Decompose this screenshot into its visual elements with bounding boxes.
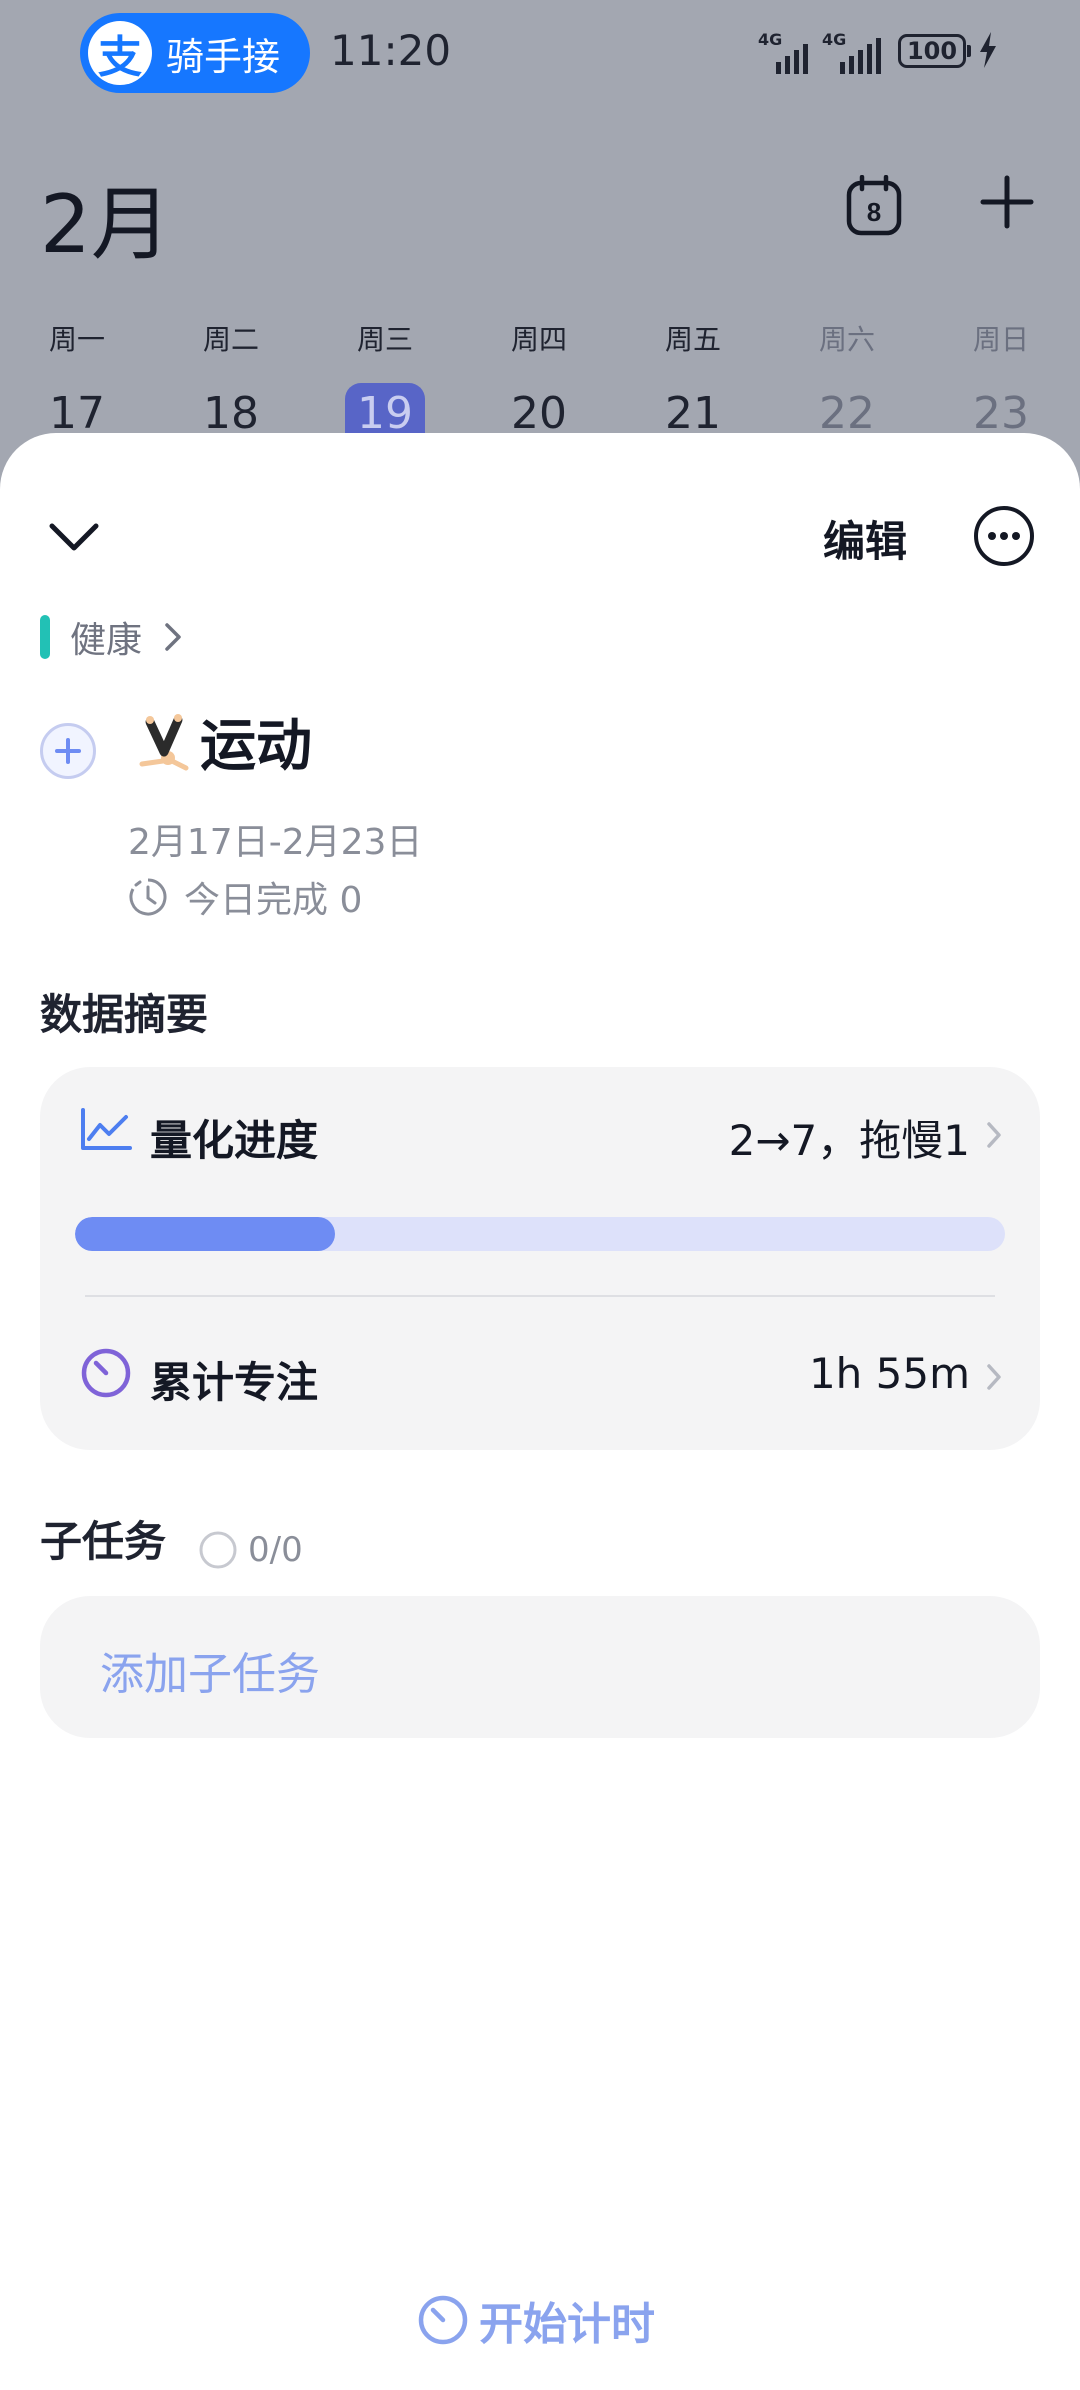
quant-progress-value: 2→7，拖慢1 (728, 1116, 970, 1165)
focus-total-row[interactable]: 累计专注 1h 55m (40, 1307, 1040, 1447)
chevron-right-icon (987, 1122, 1001, 1148)
quant-progress-label: 量化进度 (150, 1116, 319, 1165)
status-time: 11:20 (330, 26, 452, 75)
summary-title: 数据摘要 (40, 990, 209, 1039)
plus-icon (55, 738, 81, 764)
date-number: 19 (357, 388, 413, 439)
weekday-label: 周一 (48, 323, 105, 356)
month-title: 2月 (40, 178, 171, 271)
exercise-emoji-icon (139, 714, 189, 771)
calendar-icon[interactable]: 8 (846, 175, 902, 237)
date-cell[interactable]: 22 (770, 388, 924, 439)
date-cell[interactable]: 21 (616, 388, 770, 439)
add-icon[interactable] (975, 170, 1039, 234)
start-timer-label: 开始计时 (479, 2299, 655, 2350)
timer-icon (418, 2295, 468, 2345)
start-timer-button[interactable]: 开始计时 (417, 2288, 655, 2352)
subtasks-title: 子任务 (40, 1517, 167, 1566)
subtasks-count-text: 0/0 (248, 1530, 303, 1570)
category-link[interactable]: 健康 (40, 611, 182, 663)
charging-icon (980, 32, 996, 68)
quant-progress-fill (75, 1217, 336, 1251)
date-cell[interactable]: 17 (0, 388, 154, 439)
today-done-text: 今日完成 0 (184, 880, 363, 921)
quant-progress-bar (75, 1217, 1005, 1251)
battery-icon: 100 (898, 34, 971, 68)
add-progress-button[interactable] (40, 723, 96, 779)
weekday-label: 周四 (510, 323, 567, 356)
add-subtask-field[interactable]: 添加子任务 (40, 1596, 1040, 1738)
quant-progress-row[interactable]: 量化进度 2→7，拖慢1 (40, 1067, 1040, 1187)
status-bar: 支 骑手接 11:20 4G 4G 100 (0, 0, 1080, 105)
clock-dashed-icon (129, 878, 167, 916)
weekday-label: 周日 (972, 323, 1029, 356)
weekday-label: 周三 (356, 323, 413, 356)
weekday-label: 周六 (818, 323, 875, 356)
focus-total-value: 1h 55m (808, 1349, 970, 1398)
category-label: 健康 (70, 620, 143, 661)
alipay-icon: 支 (88, 21, 152, 85)
chart-line-icon (81, 1108, 132, 1150)
focus-total-label: 累计专注 (150, 1358, 319, 1407)
date-cell-selected[interactable]: 19 (308, 383, 462, 463)
task-title: 运动 (200, 714, 312, 779)
add-subtask-label: 添加子任务 (100, 1649, 320, 1700)
weekday-label: 周二 (202, 323, 259, 356)
signal-icon: 4G (822, 30, 886, 74)
timer-icon (81, 1348, 131, 1398)
calendar-day-number: 8 (867, 197, 881, 227)
date-cell[interactable]: 23 (924, 388, 1078, 439)
summary-card: 量化进度 2→7，拖慢1 累计专注 1h 55m (40, 1067, 1040, 1450)
edit-button[interactable]: 编辑 (823, 508, 907, 569)
date-cell[interactable]: 20 (462, 388, 616, 439)
chevron-right-icon (165, 623, 181, 651)
category-color-bar (40, 615, 50, 659)
signal-icon: 4G (758, 30, 814, 74)
subtasks-count: 0/0 (198, 1530, 303, 1570)
alipay-pill-text: 骑手接 (166, 34, 281, 79)
chevron-right-icon (987, 1364, 1001, 1390)
weekday-label: 周五 (664, 323, 721, 356)
task-detail-sheet: 编辑 健康 运动 2月17日-2月23日 今日完成 0 数据摘要 量化进度 2→… (0, 433, 1080, 2390)
alipay-pill[interactable]: 支 骑手接 (80, 13, 310, 93)
date-cell[interactable]: 18 (154, 388, 308, 439)
chevron-down-icon[interactable] (48, 521, 100, 553)
more-icon[interactable] (973, 505, 1035, 567)
task-date-range: 2月17日-2月23日 (128, 822, 423, 863)
divider (85, 1295, 995, 1297)
radio-empty-icon (199, 1531, 237, 1569)
today-done-row: 今日完成 0 (128, 871, 362, 923)
